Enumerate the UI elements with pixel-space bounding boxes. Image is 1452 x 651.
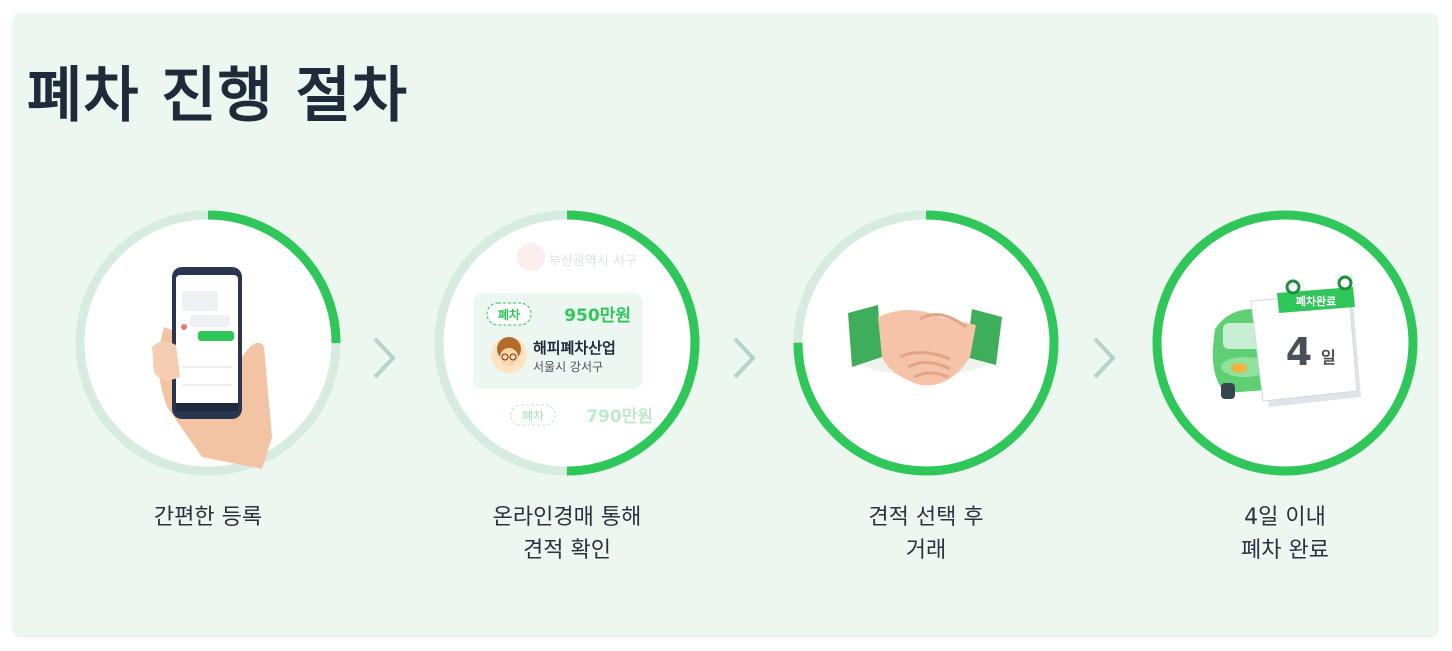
page-title: 폐차 진행 절차: [27, 61, 408, 131]
step-caption: 온라인경매 통해견적 확인: [391, 501, 743, 567]
bid-badge: 폐차: [498, 307, 520, 322]
chevron-right-icon: [733, 337, 756, 379]
progress-ring: 부산광역시 서구 폐차 950만원 해피폐차산업 서울시 강서구 폐차 790만…: [434, 210, 700, 476]
step-1: 간편한 등록: [72, 207, 344, 587]
step-4: 폐차완료 4 일 4일 이내폐차 완료: [1149, 207, 1421, 587]
step-3: 견적 선택 후거래: [790, 207, 1062, 587]
step-caption: 간편한 등록: [32, 501, 384, 534]
calendar-day: 4: [1286, 330, 1312, 374]
progress-ring: 폐차완료 4 일: [1152, 210, 1418, 476]
chevron-right-icon: [1093, 337, 1116, 379]
chevron-right-icon: [373, 337, 396, 379]
faded-location: 부산광역시 서구: [549, 254, 637, 269]
calendar-badge: 폐차완료: [1296, 294, 1336, 308]
step-caption: 4일 이내폐차 완료: [1109, 501, 1452, 567]
caption-line: 4일 이내: [1244, 505, 1326, 530]
bid-price: 950만원: [564, 306, 631, 326]
company-name: 해피폐차산업: [533, 339, 616, 357]
calendar-day-suffix: 일: [1321, 348, 1336, 367]
caption-line: 견적 확인: [523, 538, 611, 563]
caption-line: 거래: [905, 538, 947, 563]
bid-badge-faded: 폐차: [522, 409, 544, 423]
step-2: 부산광역시 서구 폐차 950만원 해피폐차산업 서울시 강서구 폐차 790만…: [431, 207, 703, 587]
company-location: 서울시 강서구: [533, 360, 603, 374]
bid-price-faded: 790만원: [586, 407, 653, 427]
caption-line: 간편한 등록: [153, 505, 263, 530]
caption-line: 폐차 완료: [1241, 538, 1329, 563]
step-caption: 견적 선택 후거래: [750, 501, 1102, 567]
caption-line: 견적 선택 후: [868, 505, 984, 530]
progress-ring: [75, 210, 341, 476]
caption-line: 온라인경매 통해: [492, 505, 642, 530]
progress-ring: [793, 210, 1059, 476]
